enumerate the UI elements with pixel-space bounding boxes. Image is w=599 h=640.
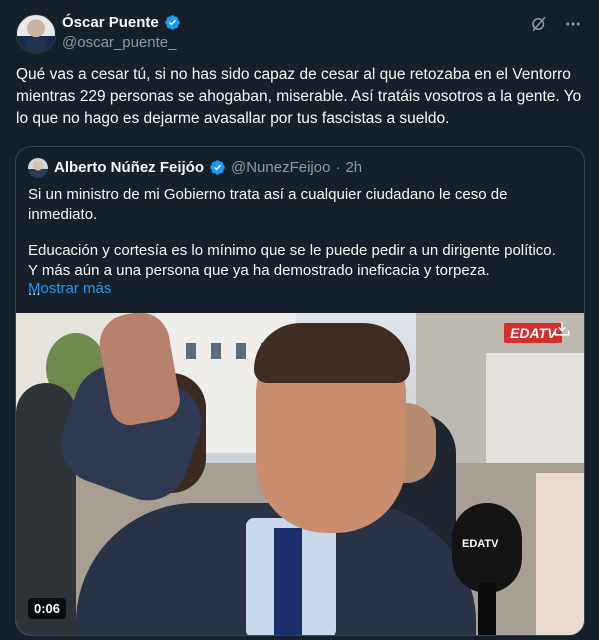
quoted-tweet-header: Alberto Núñez Feijóo @NunezFeijoo · 2h <box>54 159 362 176</box>
quoted-text-line2: Educación y cortesía es lo mínimo que se… <box>28 242 556 279</box>
quoted-tweet[interactable]: Alberto Núñez Feijóo @NunezFeijoo · 2h S… <box>15 146 585 636</box>
quoted-author-avatar[interactable] <box>28 158 48 178</box>
download-icon[interactable] <box>552 319 572 339</box>
quoted-timestamp[interactable]: 2h <box>345 159 362 176</box>
mic-logo-text: EDATV <box>462 538 499 550</box>
tweet-actions-top <box>529 14 583 34</box>
quoted-author-name[interactable]: Alberto Núñez Feijóo <box>54 159 204 176</box>
video-duration: 0:06 <box>28 598 67 619</box>
tweet-text: Qué vas a cesar tú, si no has sido capaz… <box>16 66 582 127</box>
video-player[interactable]: EDATV EDATV 0:06 <box>16 313 584 635</box>
verified-badge-icon <box>210 160 225 175</box>
grok-icon[interactable] <box>529 14 549 34</box>
show-more-link[interactable]: Mostrar más <box>28 280 111 297</box>
author-handle[interactable]: @oscar_puente_ <box>62 34 176 51</box>
author-name[interactable]: Óscar Puente <box>62 14 159 31</box>
separator-dot: · <box>335 159 341 176</box>
author-avatar[interactable] <box>16 14 56 54</box>
more-options-icon[interactable] <box>563 14 583 34</box>
author-name-row: Óscar Puente <box>62 14 181 31</box>
quoted-author-handle[interactable]: @NunezFeijoo <box>231 159 330 176</box>
tweet[interactable]: Óscar Puente @oscar_puente_ Qué vas a ce… <box>0 0 599 640</box>
quoted-text-line1: Si un ministro de mi Gobierno trata así … <box>28 186 508 223</box>
verified-badge-icon <box>164 15 180 30</box>
